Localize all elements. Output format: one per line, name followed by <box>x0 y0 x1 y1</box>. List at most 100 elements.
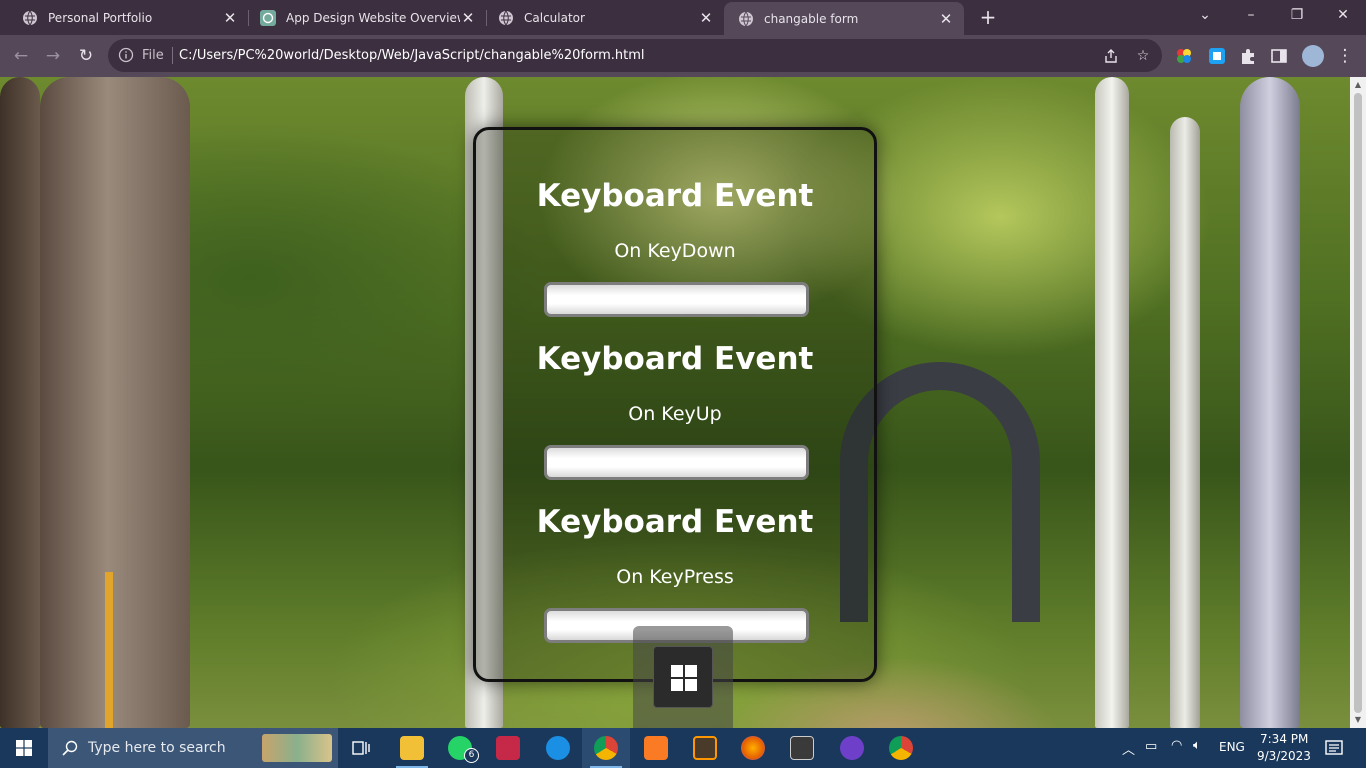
video-editor-icon <box>790 736 814 760</box>
new-tab-button[interactable]: + <box>976 5 1000 29</box>
tab-close-icon[interactable]: ✕ <box>460 9 476 27</box>
info-icon[interactable] <box>118 47 134 63</box>
app-icon <box>546 736 570 760</box>
start-button[interactable] <box>0 728 48 768</box>
address-divider <box>172 47 173 64</box>
tab-close-icon[interactable]: ✕ <box>222 9 238 27</box>
bookmark-star-icon[interactable]: ☆ <box>1134 47 1152 65</box>
screen-recorder-button[interactable] <box>484 728 532 768</box>
extensions-puzzle-icon[interactable] <box>1239 47 1257 65</box>
firefox-button[interactable] <box>729 728 777 768</box>
tab-close-icon[interactable]: ✕ <box>698 9 714 27</box>
search-placeholder: Type here to search <box>88 740 226 756</box>
clock-date[interactable]: 9/3/2023 <box>1257 749 1311 763</box>
tab-close-icon[interactable]: ✕ <box>938 10 954 28</box>
back-button[interactable]: ← <box>8 44 34 68</box>
color-picker-extension-icon[interactable] <box>1175 47 1193 65</box>
task-view-button[interactable] <box>338 728 386 768</box>
windows-taskbar: Type here to search 6 ︿ ▭ ◠ 🔈︎ ENG 7:34 … <box>0 728 1366 768</box>
github-desktop-button[interactable] <box>828 728 876 768</box>
notification-center-icon[interactable] <box>1325 740 1343 756</box>
address-bar[interactable]: File C:/Users/PC%20world/Desktop/Web/Jav… <box>108 39 1162 72</box>
tab-personal-portfolio[interactable]: Personal Portfolio ✕ <box>8 0 248 35</box>
menu-kebab-icon[interactable]: ⋮ <box>1332 44 1358 68</box>
keydown-title: Keyboard Event <box>536 178 814 214</box>
whatsapp-button[interactable]: 6 <box>436 728 484 768</box>
github-icon <box>840 736 864 760</box>
search-icon <box>62 740 78 756</box>
start-hover-popup <box>633 626 733 728</box>
birch-trunk <box>1240 77 1300 728</box>
tab-title: App Design Website Overview <box>286 10 460 25</box>
scheme-label: File <box>142 48 164 63</box>
sublime-text-button[interactable] <box>681 728 729 768</box>
yellow-post <box>105 572 113 728</box>
language-indicator[interactable]: ENG <box>1219 740 1245 754</box>
file-explorer-button[interactable] <box>388 728 436 768</box>
tab-changable-form[interactable]: changable form ✕ <box>724 2 964 35</box>
reload-button[interactable]: ↻ <box>73 44 99 68</box>
xampp-button[interactable] <box>632 728 680 768</box>
task-view-icon <box>352 741 370 755</box>
minimize-button[interactable]: – <box>1228 0 1274 32</box>
url-text[interactable]: C:/Users/PC%20world/Desktop/Web/JavaScri… <box>179 48 645 63</box>
windows-logo-icon <box>16 740 32 756</box>
keydown-input[interactable] <box>544 282 809 317</box>
tab-strip: Personal Portfolio ✕ App Design Website … <box>0 0 1366 35</box>
birch-trunk <box>1095 77 1129 728</box>
birch-trunk <box>1170 117 1200 728</box>
scrollbar-thumb[interactable] <box>1354 93 1362 713</box>
tree-trunk <box>0 77 40 728</box>
chrome-icon <box>594 736 618 760</box>
globe-icon <box>23 10 37 25</box>
forward-button[interactable]: → <box>40 44 66 68</box>
app-button[interactable] <box>534 728 582 768</box>
tab-calculator[interactable]: Calculator ✕ <box>484 0 724 35</box>
globe-icon <box>499 10 513 25</box>
video-editor-button[interactable] <box>778 728 826 768</box>
tray-chevron-icon[interactable]: ︿ <box>1122 739 1135 758</box>
recorder-icon <box>496 736 520 760</box>
clock-time[interactable]: 7:34 PM <box>1260 732 1308 746</box>
browser-toolbar: ← → ↻ File C:/Users/PC%20world/Desktop/W… <box>0 35 1366 77</box>
scroll-up-arrow-icon[interactable]: ▲ <box>1350 77 1366 93</box>
keydown-label: On KeyDown <box>614 240 736 262</box>
windows-logo-icon <box>671 665 697 691</box>
keyup-input[interactable] <box>544 445 809 480</box>
keyup-label: On KeyUp <box>628 403 722 425</box>
whatsapp-badge: 6 <box>464 748 479 763</box>
tab-title: changable form <box>764 11 859 26</box>
taskbar-search-box[interactable]: Type here to search <box>48 728 338 768</box>
keyup-title: Keyboard Event <box>536 341 814 377</box>
tab-app-design[interactable]: App Design Website Overview ✕ <box>246 0 486 35</box>
globe-icon <box>739 11 753 26</box>
search-highlight-illustration <box>262 734 332 762</box>
tab-search-button[interactable]: ⌄ <box>1182 0 1228 32</box>
chrome-icon <box>889 736 913 760</box>
close-window-button[interactable]: ✕ <box>1320 0 1366 32</box>
share-icon[interactable] <box>1102 47 1120 65</box>
chrome-button[interactable] <box>582 728 630 768</box>
tab-title: Personal Portfolio <box>48 10 153 25</box>
folder-icon <box>400 736 424 760</box>
volume-icon[interactable]: 🔈︎ <box>1193 738 1201 753</box>
firefox-icon <box>741 736 765 760</box>
screen-capture-extension-icon[interactable] <box>1208 47 1226 65</box>
vertical-scrollbar[interactable]: ▲ ▼ <box>1350 77 1366 728</box>
keyboard-event-form: Keyboard Event On KeyDown Keyboard Event… <box>473 127 877 682</box>
tree-trunk <box>40 77 190 728</box>
keypress-label: On KeyPress <box>616 566 734 588</box>
tab-title: Calculator <box>524 10 585 25</box>
side-panel-icon[interactable] <box>1270 47 1288 65</box>
chrome-profile-button[interactable] <box>877 728 925 768</box>
wifi-icon[interactable]: ◠ <box>1171 738 1182 753</box>
chatgpt-icon <box>260 9 276 26</box>
restore-button[interactable]: ❐ <box>1274 0 1320 32</box>
battery-icon[interactable]: ▭ <box>1145 739 1157 754</box>
xampp-icon <box>644 736 668 760</box>
scroll-down-arrow-icon[interactable]: ▼ <box>1350 712 1366 728</box>
sublime-icon <box>693 736 717 760</box>
start-preview[interactable] <box>653 646 713 708</box>
keypress-title: Keyboard Event <box>536 504 814 540</box>
profile-avatar[interactable] <box>1302 45 1324 67</box>
